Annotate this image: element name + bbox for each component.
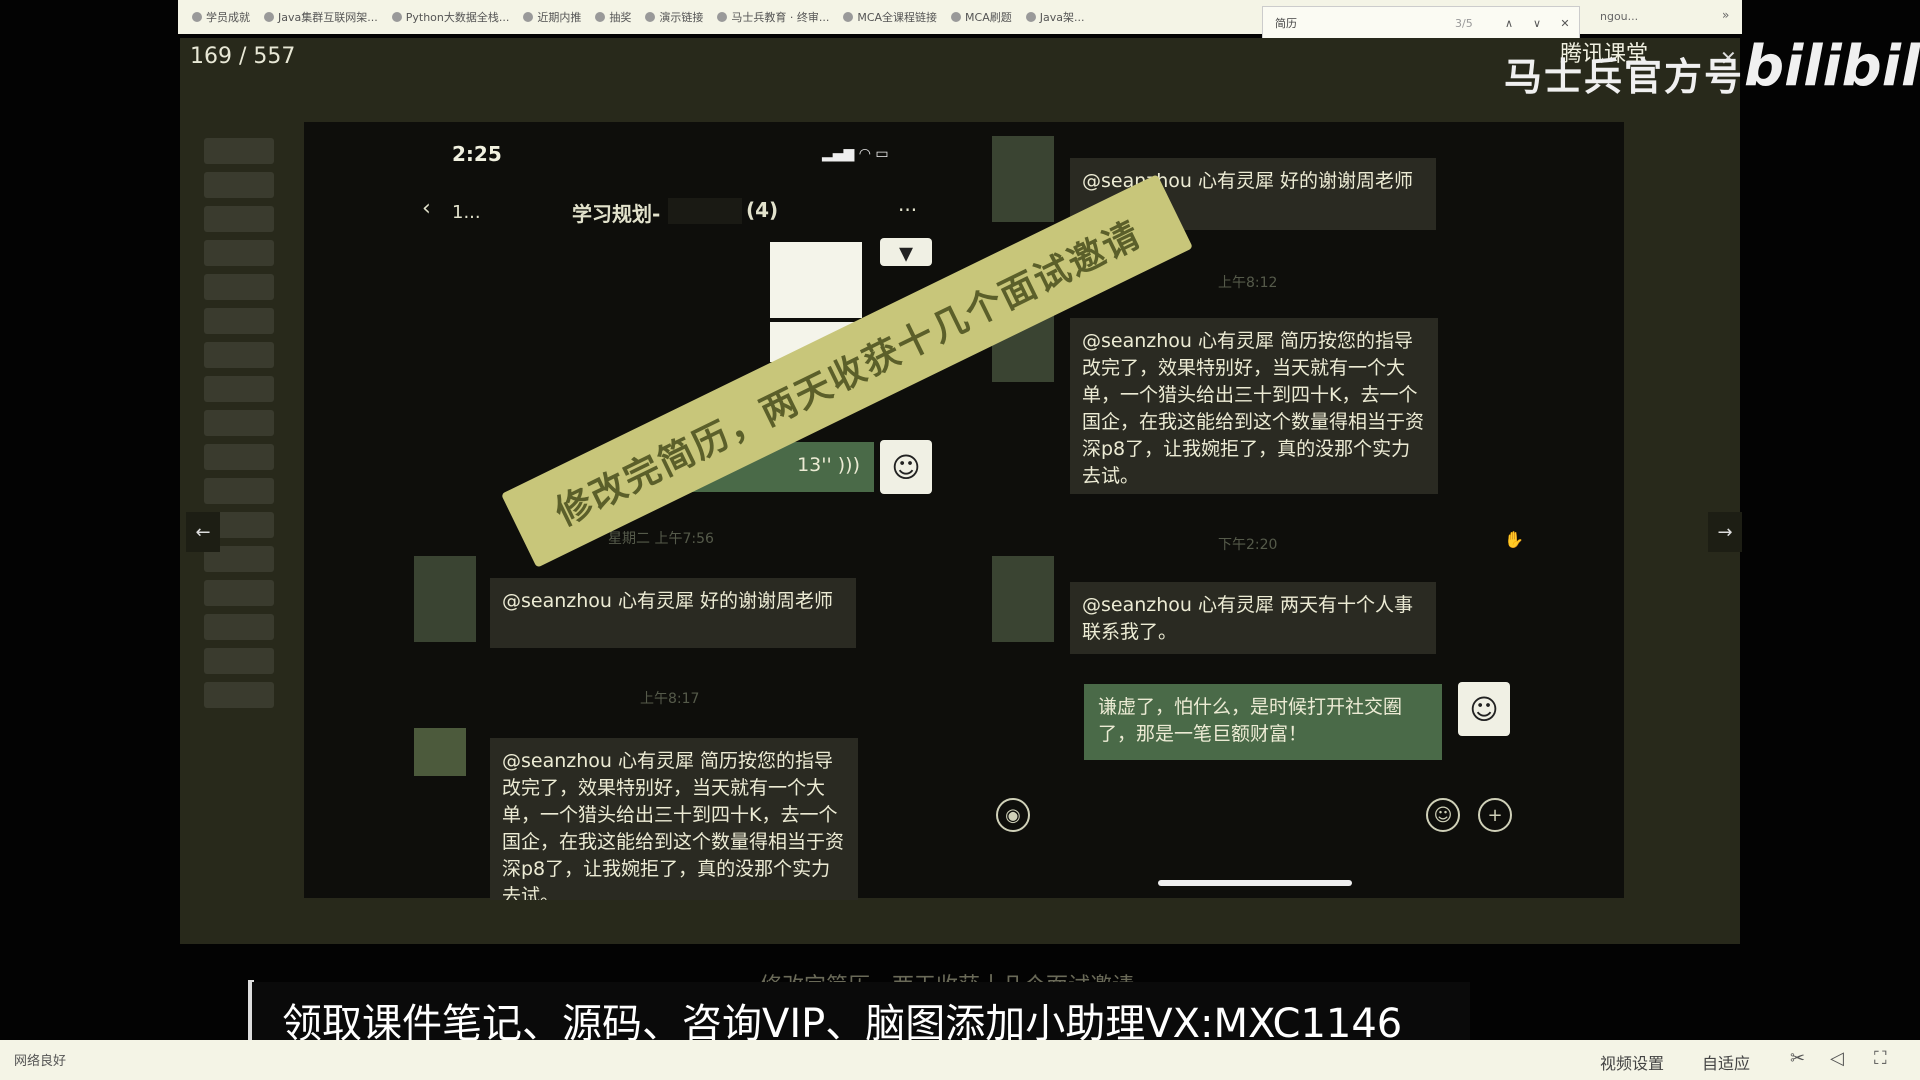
home-indicator bbox=[1158, 880, 1352, 886]
reply-bubble: 谦虚了，怕什么，是时候打开社交圈了，那是一笔巨额财富！ bbox=[1084, 684, 1442, 760]
thumbnail[interactable] bbox=[204, 410, 274, 436]
arrow-left-icon: ← bbox=[195, 521, 211, 543]
page-counter: 169 / 557 bbox=[190, 44, 296, 69]
hand-cursor-icon: ✋ bbox=[1504, 530, 1524, 549]
avatar[interactable]: ☺ bbox=[880, 440, 932, 494]
thumbnail[interactable] bbox=[204, 478, 274, 504]
video-settings-button[interactable]: 视频设置 bbox=[1600, 1050, 1664, 1074]
emoji-button[interactable]: ☺ bbox=[1426, 798, 1460, 832]
thumbnail[interactable] bbox=[204, 274, 274, 300]
mic-off-icon[interactable]: ✂ bbox=[1790, 1048, 1805, 1069]
thumbnail[interactable] bbox=[204, 240, 274, 266]
thumbnail[interactable] bbox=[204, 172, 274, 198]
message-bubble: @seanzhou 心有灵犀 简历按您的指导改完了，效果特别好，当天就有一个大单… bbox=[1070, 318, 1438, 494]
status-icons: ▂▄▆ ◠ ▭ bbox=[822, 146, 889, 162]
bookmark-item[interactable]: Java集群互联网架... bbox=[264, 9, 378, 25]
document-image[interactable] bbox=[770, 242, 862, 318]
bookmark-overflow-text: ngou... bbox=[1600, 10, 1639, 23]
find-bar: 简历 3/5 ∧ ∨ ✕ bbox=[1262, 6, 1580, 40]
avatar[interactable] bbox=[992, 556, 1054, 642]
chat-title: 学习规划- bbox=[572, 202, 661, 226]
bookmark-item[interactable]: MCA刷题 bbox=[951, 9, 1012, 25]
thumbnail[interactable] bbox=[204, 682, 274, 708]
find-count: 3/5 bbox=[1455, 16, 1473, 30]
find-prev-button[interactable]: ∧ bbox=[1495, 17, 1523, 30]
arrow-right-icon: → bbox=[1717, 521, 1733, 543]
avatar[interactable] bbox=[992, 136, 1054, 222]
timestamp: 上午8:12 bbox=[1218, 275, 1278, 291]
bookmark-icon bbox=[523, 12, 534, 22]
volume-icon[interactable]: ◁ bbox=[1830, 1048, 1844, 1069]
bookmark-icon bbox=[717, 12, 728, 22]
bookmark-item[interactable]: Java架... bbox=[1025, 9, 1084, 25]
timestamp: 星期二 上午7:56 bbox=[608, 531, 714, 547]
voice-duration: 13'' bbox=[797, 454, 832, 476]
find-close-button[interactable]: ✕ bbox=[1551, 17, 1579, 30]
plus-button[interactable]: + bbox=[1478, 798, 1512, 832]
back-icon[interactable]: ‹ bbox=[422, 196, 431, 221]
thumbnail[interactable] bbox=[204, 614, 274, 640]
bookmark-icon bbox=[951, 12, 962, 22]
avatar[interactable] bbox=[414, 556, 476, 642]
thumbnail[interactable] bbox=[204, 580, 274, 606]
network-status: 网络良好 bbox=[14, 1054, 67, 1069]
bookmark-item[interactable]: Python大数据全栈... bbox=[391, 9, 509, 25]
bookmark-item[interactable]: 近期内推 bbox=[523, 9, 581, 25]
thumbnail[interactable] bbox=[204, 648, 274, 674]
timestamp: 上午8:17 bbox=[640, 691, 700, 707]
find-next-button[interactable]: ∨ bbox=[1523, 17, 1551, 30]
back-label[interactable]: 1... bbox=[452, 202, 481, 223]
avatar[interactable]: ☺ bbox=[1458, 682, 1510, 736]
bookmark-item[interactable]: 演示链接 bbox=[645, 9, 703, 25]
plus-icon: + bbox=[1487, 804, 1503, 826]
brand-watermark: 马士兵官方号 bbox=[1504, 55, 1745, 99]
fullscreen-icon[interactable]: ⛶ bbox=[1874, 1048, 1887, 1069]
bookmark-icon bbox=[645, 12, 656, 22]
bookmark-icon bbox=[1025, 12, 1036, 22]
thumbnail-strip bbox=[204, 138, 284, 748]
thumbnail[interactable] bbox=[204, 138, 274, 164]
avatar[interactable] bbox=[414, 728, 466, 776]
thumbnail[interactable] bbox=[204, 376, 274, 402]
prev-page-button[interactable]: ← bbox=[186, 512, 220, 552]
bookmark-item[interactable]: 马士兵教育 · 终审... bbox=[717, 9, 829, 25]
bookmark-icon bbox=[264, 12, 274, 22]
voice-icon: ))) bbox=[837, 454, 860, 476]
bookmark-icon bbox=[595, 12, 606, 22]
thumbnail[interactable] bbox=[204, 308, 274, 334]
bookmark-icon bbox=[843, 12, 854, 22]
bookmark-overflow-button[interactable]: » bbox=[1722, 8, 1729, 22]
thumbnail[interactable] bbox=[204, 444, 274, 470]
message-bubble: @seanzhou 心有灵犀 好的谢谢周老师 bbox=[490, 578, 856, 648]
avatar[interactable]: ▾ bbox=[880, 236, 932, 269]
thumbnail[interactable] bbox=[204, 206, 274, 232]
member-count: (4) bbox=[746, 198, 779, 222]
timestamp: 下午2:20 bbox=[1218, 537, 1278, 553]
thumbnail[interactable] bbox=[204, 342, 274, 368]
find-input[interactable]: 简历 bbox=[1263, 15, 1455, 31]
voice-icon: ◉ bbox=[1005, 804, 1021, 826]
more-icon[interactable]: ··· bbox=[898, 198, 917, 222]
message-bubble: @seanzhou 心有灵犀 两天有十个人事联系我了。 bbox=[1070, 582, 1436, 654]
phone-time: 2:25 bbox=[452, 142, 502, 166]
next-page-button[interactable]: → bbox=[1708, 512, 1742, 552]
redacted-block bbox=[668, 198, 742, 224]
voice-input-button[interactable]: ◉ bbox=[996, 798, 1030, 832]
bilibili-logo: bilibili bbox=[1744, 34, 1920, 99]
bookmark-icon bbox=[192, 12, 202, 22]
message-bubble: @seanzhou 心有灵犀 简历按您的指导改完了，效果特别好，当天就有一个大单… bbox=[490, 738, 858, 900]
adaptive-button[interactable]: 自适应 bbox=[1702, 1050, 1750, 1074]
bookmark-item[interactable]: 抽奖 bbox=[595, 9, 631, 25]
bookmark-item[interactable]: 学员成就 bbox=[192, 9, 250, 25]
emoji-icon: ☺ bbox=[1433, 804, 1453, 826]
bookmark-icon bbox=[391, 12, 402, 22]
bookmark-item[interactable]: MCA全课程链接 bbox=[843, 9, 937, 25]
